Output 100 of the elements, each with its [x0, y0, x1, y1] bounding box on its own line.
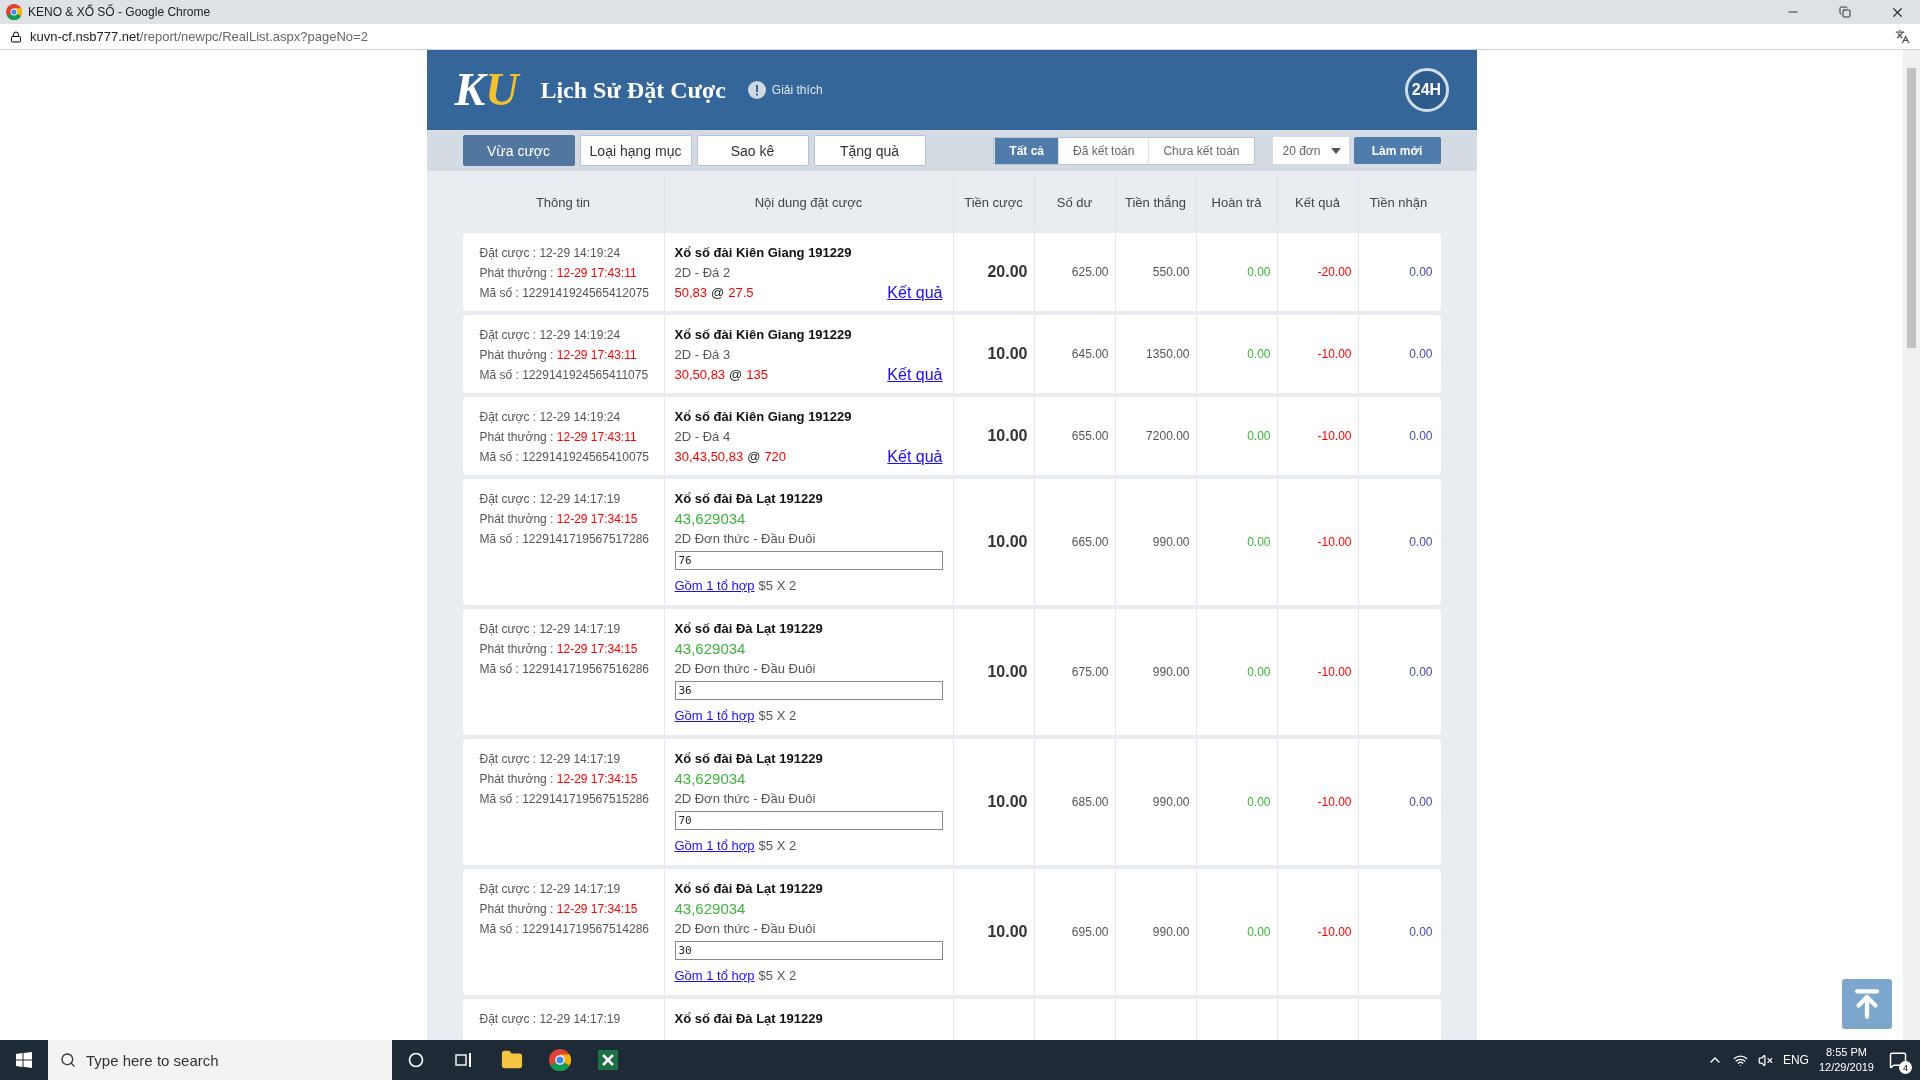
notification-button[interactable]: 4	[1884, 1046, 1912, 1074]
draw-numbers: 43,629034	[674, 901, 747, 917]
refresh-button[interactable]: Làm mới	[1353, 137, 1441, 164]
game-name: Xổ số đài Đà Lạt 191229	[674, 491, 824, 507]
win-amount: 7200.00	[1146, 429, 1190, 443]
result-amount: -10.00	[1317, 665, 1352, 679]
window-title: KENO & XỔ SỐ - Google Chrome	[28, 5, 212, 19]
draw-time: Phát thưởng : 12-29 17:43:11	[479, 429, 638, 445]
combination-detail: $5 X 2	[758, 578, 797, 594]
address-field[interactable]: kuvn-cf.nsb777.net/report/newpc/RealList.aspx?pageNo=2	[30, 29, 1887, 44]
combination-detail: $5 X 2	[758, 968, 797, 984]
picked-number-field[interactable]: 70	[674, 811, 943, 830]
scrollbar-thumb[interactable]	[1907, 68, 1916, 348]
result-amount: -10.00	[1317, 535, 1352, 549]
taskbar-search-field[interactable]: Type here to search	[48, 1040, 392, 1080]
lock-icon	[10, 30, 22, 43]
result-link[interactable]: Kết quả	[887, 285, 943, 301]
win-amount: 1350.00	[1146, 347, 1190, 361]
draw-time: Phát thưởng : 12-29 17:34:15	[479, 641, 639, 657]
game-name: Xổ số đài Đà Lạt 191229	[674, 881, 824, 897]
scrollbar[interactable]	[1903, 50, 1920, 1040]
column-header: Nội dung đặt cược	[754, 195, 863, 210]
bet-time: Đặt cược : 12-29 14:17:19	[479, 621, 622, 637]
column-header: Hoàn trả	[1211, 195, 1262, 210]
result-link[interactable]: Kết quả	[887, 449, 943, 465]
win-amount: 550.00	[1152, 265, 1190, 279]
stake-amount: 10.00	[987, 923, 1028, 941]
speaker-muted-icon[interactable]	[1757, 1052, 1773, 1068]
refund-amount: 0.00	[1247, 795, 1271, 809]
balance-amount: 645.00	[1071, 347, 1109, 361]
wifi-icon[interactable]	[1732, 1052, 1748, 1068]
help-link[interactable]: Giải thích	[771, 83, 823, 97]
payout-amount: 0.00	[1409, 535, 1433, 549]
draw-numbers: 43,629034	[674, 511, 747, 527]
page-size-select[interactable]: 20 đơn	[1272, 137, 1349, 164]
draw-time: Phát thưởng : 12-29 17:43:11	[479, 347, 638, 363]
ticket-number: Mã số : 1229141719567514286	[479, 921, 650, 937]
payout-amount: 0.00	[1409, 795, 1433, 809]
balance-amount: 695.00	[1071, 925, 1109, 939]
combination-link[interactable]: Gồm 1 tổ hợp	[674, 578, 755, 594]
refund-amount: 0.00	[1247, 535, 1271, 549]
stake-amount: 10.00	[987, 427, 1028, 445]
bet-numbers: 30,43,50,83 @ 720	[674, 449, 788, 465]
picked-number-field[interactable]: 36	[674, 681, 943, 700]
tab[interactable]: Vừa cược	[462, 135, 575, 166]
combination-link[interactable]: Gồm 1 tổ hợp	[674, 968, 755, 984]
bet-type: 2D Đơn thức - Đầu Đuôi	[674, 791, 817, 807]
stake-amount: 10.00	[987, 793, 1028, 811]
ticket-number: Mã số : 1229141924565411075	[479, 367, 650, 383]
windows-logo-icon	[16, 1052, 32, 1068]
stake-amount: 10.00	[987, 663, 1028, 681]
balance-amount: 685.00	[1071, 795, 1109, 809]
picked-number-field[interactable]: 30	[674, 941, 943, 960]
scroll-to-top-button[interactable]	[1842, 979, 1892, 1029]
result-amount: -10.00	[1317, 795, 1352, 809]
translate-icon[interactable]	[1895, 29, 1910, 44]
payout-amount: 0.00	[1409, 347, 1433, 361]
column-header: Tiền cược	[964, 195, 1023, 210]
bet-numbers: 30,50,83 @ 135	[674, 367, 769, 383]
game-name: Xổ số đài Kiên Giang 191229	[674, 245, 853, 261]
bet-time: Đặt cược : 12-29 14:17:19	[479, 1011, 622, 1027]
tab[interactable]: Sao kê	[696, 135, 809, 166]
payout-amount: 0.00	[1409, 665, 1433, 679]
combination-link[interactable]: Gồm 1 tổ hợp	[674, 708, 755, 724]
result-amount: -10.00	[1317, 429, 1352, 443]
game-name: Xổ số đài Đà Lạt 191229	[674, 621, 824, 637]
info-icon[interactable]	[747, 81, 766, 99]
draw-time: Phát thưởng : 12-29 17:34:15	[479, 771, 639, 787]
balance-amount: 625.00	[1071, 265, 1109, 279]
bet-time: Đặt cược : 12-29 14:17:19	[479, 491, 622, 507]
draw-time: Phát thưởng : 12-29 17:43:11	[479, 265, 638, 281]
tab[interactable]: Loại hạng mục	[579, 135, 692, 166]
column-header: Kết quả	[1295, 195, 1340, 210]
game-name: Xổ số đài Đà Lạt 191229	[674, 1011, 824, 1027]
filter-tab[interactable]: Chưa kết toán	[1148, 137, 1254, 164]
bet-type: 2D - Đá 2	[674, 265, 732, 281]
payout-amount: 0.00	[1409, 429, 1433, 443]
balance-amount: 665.00	[1071, 535, 1109, 549]
combination-link[interactable]: Gồm 1 tổ hợp	[674, 838, 755, 854]
clock[interactable]: 8:55 PM 12/29/2019	[1818, 1045, 1874, 1075]
ticket-number: Mã số : 1229141719567517286	[479, 531, 650, 547]
column-header: Tiền thắng	[1125, 195, 1186, 210]
bet-type: 2D Đơn thức - Đầu Đuôi	[674, 661, 817, 677]
bet-time: Đặt cược : 12-29 14:17:19	[479, 751, 622, 767]
payout-amount: 0.00	[1409, 265, 1433, 279]
picked-number-field[interactable]: 76	[674, 551, 943, 570]
logo: KU	[454, 67, 519, 113]
result-link[interactable]: Kết quả	[887, 367, 943, 383]
refund-amount: 0.00	[1247, 265, 1271, 279]
draw-time: Phát thưởng : 12-29 17:34:15	[479, 901, 639, 917]
support-badge[interactable]: 24H	[1404, 68, 1449, 112]
win-amount: 990.00	[1152, 795, 1190, 809]
draw-numbers: 43,629034	[674, 771, 747, 787]
tab[interactable]: Tặng quà	[813, 135, 926, 166]
column-header: Tiền nhận	[1369, 195, 1428, 210]
win-amount: 990.00	[1152, 535, 1190, 549]
bet-type: 2D Đơn thức - Đầu Đuôi	[674, 531, 817, 547]
language-indicator[interactable]: ENG	[1782, 1053, 1809, 1067]
filter-tab[interactable]: Đã kết toán	[1058, 137, 1149, 164]
filter-tab[interactable]: Tất cả	[994, 137, 1059, 164]
